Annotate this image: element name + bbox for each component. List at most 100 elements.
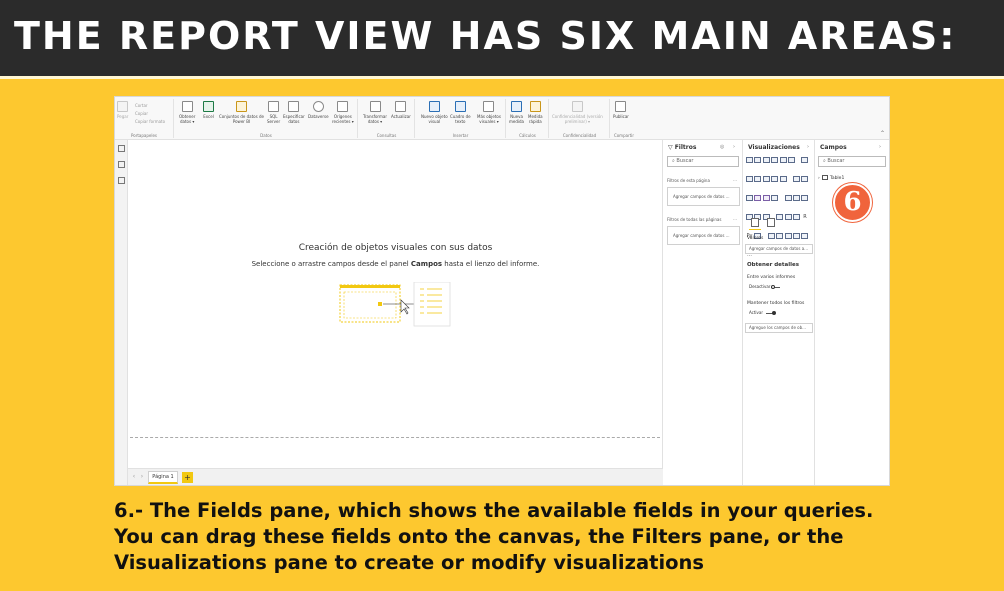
treemap-icon[interactable]	[771, 195, 779, 201]
cross-report-label: Entre varios informes	[747, 275, 796, 280]
more-visuals-button[interactable]: Más objetos visuales ▾	[477, 101, 501, 124]
ribbon-group-data: Obtener datos ▾ Excel Conjuntos de datos…	[175, 99, 358, 138]
clustered-bar-icon[interactable]	[762, 157, 770, 163]
visualization-tabs	[749, 218, 789, 230]
values-label: Valores	[747, 236, 764, 241]
fields-well-tab-icon[interactable]	[751, 218, 759, 227]
quick-measure-button[interactable]: Medida rápida	[528, 101, 543, 124]
page-tab-1[interactable]: Página 1	[148, 471, 178, 484]
active-tab-indicator	[749, 229, 761, 230]
ribbon-chart-icon[interactable]	[779, 176, 787, 182]
line-stacked-column-icon[interactable]	[771, 176, 779, 182]
table-visual-icon[interactable]	[793, 214, 801, 220]
all-filters-more-icon[interactable]: …	[733, 216, 737, 221]
report-canvas[interactable]: Creación de objetos visuales con sus dat…	[128, 140, 663, 468]
enter-data-button[interactable]: Especificar datos	[283, 101, 305, 124]
format-painter-button[interactable]: Copiar formato	[135, 119, 165, 124]
paginated-report-icon[interactable]	[793, 233, 801, 239]
new-measure-button[interactable]: Nueva medida	[509, 101, 524, 124]
publish-button[interactable]: Publicar	[613, 101, 629, 119]
format-tab-icon[interactable]	[767, 218, 775, 227]
stacked-area-icon[interactable]	[754, 176, 762, 182]
powerbi-datasets-button[interactable]: Conjuntos de datos de Power BI	[219, 101, 264, 124]
recent-sources-button[interactable]: Orígenes recientes ▾	[332, 101, 354, 124]
line-column-icon[interactable]	[762, 176, 770, 182]
smart-narrative-icon[interactable]	[784, 233, 792, 239]
100-column-icon[interactable]	[787, 157, 795, 163]
drillthrough-well[interactable]: Agregue los campos de ob...	[745, 323, 813, 333]
divider	[0, 76, 1004, 79]
filled-map-icon[interactable]	[793, 195, 801, 201]
transform-data-button[interactable]: Transformar datos ▾	[363, 101, 387, 124]
filters-pane-title: ▽ Filtros	[668, 144, 697, 151]
add-page-button[interactable]: +	[182, 472, 193, 483]
excel-button[interactable]: Excel	[203, 101, 214, 119]
donut-chart-icon[interactable]	[762, 195, 770, 201]
ribbon: Pegar Cortar Copiar Copiar formato Porta…	[115, 97, 889, 140]
visualizations-pane-title: Visualizaciones	[748, 144, 800, 151]
stacked-column-icon[interactable]	[754, 157, 762, 163]
drillthrough-heading: Obtener detalles	[747, 262, 800, 268]
text-box-icon	[454, 101, 466, 112]
prev-page-icon[interactable]: ‹	[130, 473, 138, 481]
paste-button[interactable]: Pegar	[117, 101, 128, 119]
ribbon-group-sensitivity: Confidencialidad (versión preliminar) ▾ …	[550, 99, 610, 138]
model-view-icon[interactable]	[118, 177, 125, 184]
filter-icon: ▽	[668, 144, 675, 151]
fields-pane-title: Campos	[820, 144, 847, 151]
values-well[interactable]: Agregar campos de datos a...	[745, 244, 813, 254]
dataverse-icon	[312, 101, 324, 112]
area-chart-icon[interactable]	[746, 176, 753, 182]
cross-report-toggle[interactable]: Desactivar	[749, 284, 789, 289]
new-visual-button[interactable]: Nuevo objeto visual	[421, 101, 448, 124]
decomposition-tree-icon[interactable]	[767, 233, 775, 239]
keep-filters-toggle[interactable]: Activar	[749, 310, 789, 315]
map-icon[interactable]	[784, 195, 792, 201]
refresh-button[interactable]: Actualizar	[391, 101, 411, 119]
line-chart-icon[interactable]	[801, 157, 809, 163]
sql-server-button[interactable]: SQL Server	[267, 101, 280, 124]
sensitivity-button[interactable]: Confidencialidad (versión preliminar) ▾	[552, 101, 603, 124]
stacked-bar-icon[interactable]	[746, 157, 753, 163]
shield-icon	[571, 101, 583, 112]
copy-button[interactable]: Copiar	[135, 111, 148, 116]
collapse-filters-icon[interactable]: ›	[733, 144, 735, 150]
report-view-icon[interactable]	[118, 145, 125, 152]
title-banner: THE REPORT VIEW HAS SIX MAIN AREAS:	[0, 0, 1004, 76]
field-table-item[interactable]: › Table1	[818, 175, 844, 181]
get-data-button[interactable]: Obtener datos ▾	[179, 101, 195, 124]
all-pages-filters-label: Filtros de todas las páginas	[667, 217, 722, 222]
explanation-caption: 6.- The Fields pane, which shows the ava…	[114, 499, 874, 574]
r-visual-icon[interactable]: R	[801, 214, 808, 220]
canvas-placeholder-subtitle: Seleccione o arrastre campos desde el pa…	[251, 260, 540, 268]
qna-icon[interactable]	[776, 233, 784, 239]
collapse-ribbon-icon[interactable]: ⌃	[880, 130, 885, 137]
100-bar-icon[interactable]	[779, 157, 787, 163]
data-view-icon[interactable]	[118, 161, 125, 168]
power-apps-icon[interactable]	[801, 233, 809, 239]
filters-visibility-icon[interactable]: ◎	[720, 144, 724, 150]
page-tab-bar: ‹ › Página 1 +	[128, 468, 663, 485]
excel-icon	[203, 101, 214, 112]
pie-chart-icon[interactable]	[754, 195, 762, 201]
table-icon	[821, 175, 828, 180]
text-box-button[interactable]: Cuadro de texto	[450, 101, 471, 124]
paste-icon	[117, 101, 129, 112]
collapse-fields-icon[interactable]: ›	[879, 144, 881, 150]
scatter-icon[interactable]	[746, 195, 753, 201]
page-filters-well[interactable]: Agregar campos de datos ...	[667, 187, 740, 206]
fields-search-input[interactable]: ⌕ Buscar	[818, 156, 886, 167]
area-number-badge: 6	[833, 183, 872, 222]
waterfall-icon[interactable]	[793, 176, 801, 182]
clustered-column-icon[interactable]	[771, 157, 779, 163]
ribbon-group-calculations: Nueva medida Medida rápida Cálculos	[507, 99, 549, 138]
filters-search-input[interactable]: ⌕ Buscar	[667, 156, 739, 167]
azure-map-icon[interactable]	[801, 195, 809, 201]
next-page-icon[interactable]: ›	[138, 473, 146, 481]
cut-button[interactable]: Cortar	[135, 103, 148, 108]
dataverse-button[interactable]: Dataverse	[308, 101, 329, 119]
collapse-visualizations-icon[interactable]: ›	[807, 144, 809, 150]
page-filters-more-icon[interactable]: …	[733, 177, 737, 182]
funnel-icon[interactable]	[801, 176, 809, 182]
all-pages-filters-well[interactable]: Agregar campos de datos ...	[667, 226, 740, 245]
